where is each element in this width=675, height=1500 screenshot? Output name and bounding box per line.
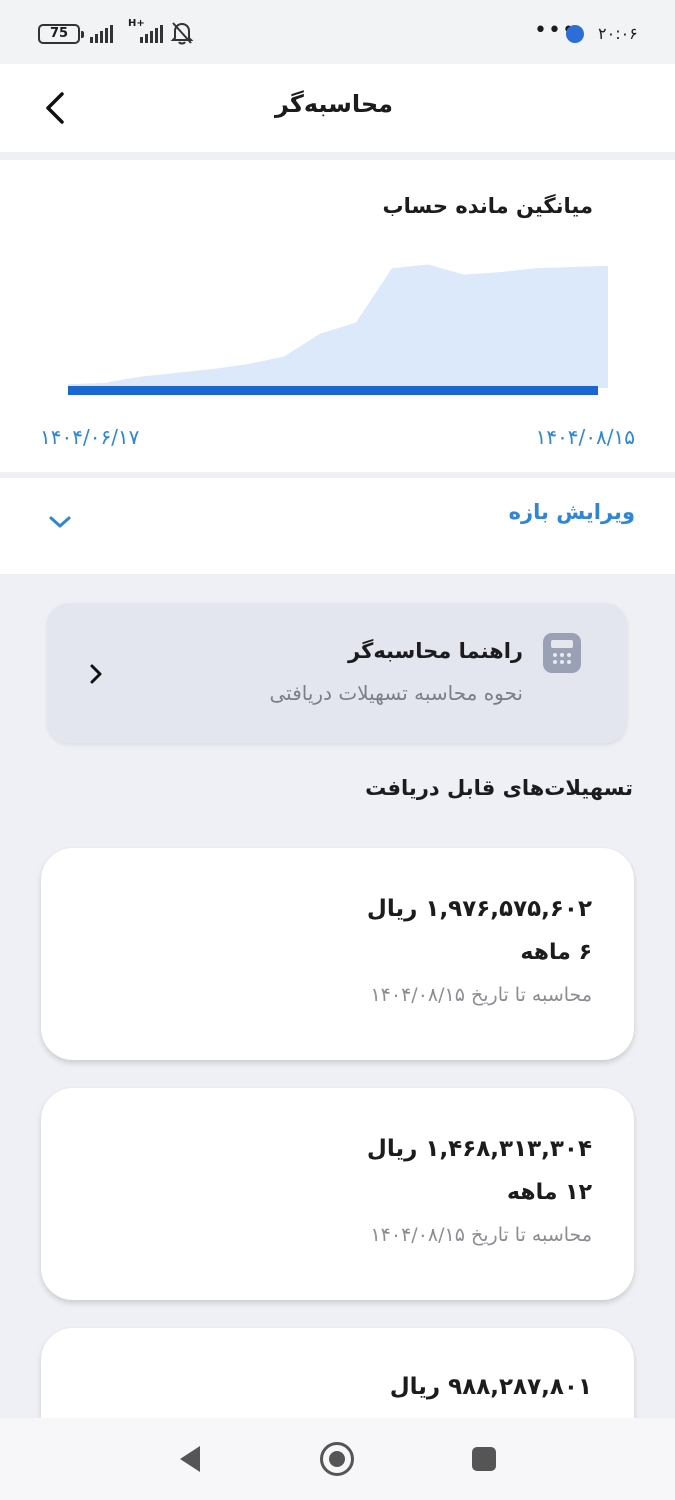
- back-arrow-icon[interactable]: [36, 86, 76, 130]
- loan-calc-date: محاسبه تا تاریخ ۱۴۰۴/۰۸/۱۵: [370, 984, 592, 1006]
- nav-recents-icon[interactable]: [472, 1447, 496, 1471]
- guide-title: راهنما محاسبه‌گر: [348, 639, 523, 663]
- loan-card[interactable]: ۱,۴۶۸,۳۱۳,۳۰۴ ریال ۱۲ ماهه محاسبه تا تار…: [41, 1088, 634, 1300]
- signal-icon: [90, 25, 113, 43]
- battery-icon: 75: [38, 24, 84, 44]
- signal-icon-2: [140, 25, 163, 43]
- section-title: تسهیلات‌های قابل دریافت: [365, 776, 633, 800]
- loan-term: ۱۲ ماهه: [507, 1180, 592, 1205]
- nav-back-icon[interactable]: [176, 1444, 204, 1474]
- status-bar: 75 H+ ••• ۲۰:۰۶: [0, 0, 675, 64]
- chart-start-date: ۱۴۰۴/۰۶/۱۷: [40, 425, 140, 449]
- balance-chart-card: میانگین مانده حساب ۱۴۰۴/۰۶/۱۷ ۱۴۰۴/۰۸/۱۵: [0, 160, 675, 472]
- page-title: محاسبه‌گر: [274, 90, 393, 118]
- chart-baseline-bar: [68, 386, 598, 395]
- loan-amount: ۱,۹۷۶,۵۷۵,۶۰۲ ریال: [366, 896, 592, 922]
- chevron-right-icon[interactable]: [87, 661, 105, 687]
- system-nav-bar: [0, 1418, 675, 1500]
- chevron-down-icon[interactable]: [48, 514, 72, 530]
- loan-calc-date: محاسبه تا تاریخ ۱۴۰۴/۰۸/۱۵: [370, 1224, 592, 1246]
- message-icon: [566, 25, 584, 43]
- chart-end-date: ۱۴۰۴/۰۸/۱۵: [535, 425, 635, 449]
- loan-card[interactable]: ۱,۹۷۶,۵۷۵,۶۰۲ ریال ۶ ماهه محاسبه تا تاری…: [41, 848, 634, 1060]
- bell-muted-icon: [170, 22, 194, 45]
- loan-term: ۶ ماهه: [520, 940, 592, 965]
- clock: ۲۰:۰۶: [598, 24, 638, 43]
- chart-area-series: [68, 264, 608, 388]
- loan-amount: ۱,۴۶۸,۳۱۳,۳۰۴ ریال: [366, 1136, 592, 1162]
- edit-range-label[interactable]: ویرایش بازه: [509, 500, 635, 524]
- app-header: محاسبه‌گر: [0, 64, 675, 152]
- loan-amount: ۹۸۸,۲۸۷,۸۰۱ ریال: [389, 1374, 592, 1400]
- calculator-guide-card[interactable]: راهنما محاسبه‌گر نحوه محاسبه تسهیلات دری…: [47, 603, 627, 743]
- nav-home-icon[interactable]: [320, 1442, 354, 1476]
- guide-subtitle: نحوه محاسبه تسهیلات دریافتی: [269, 681, 523, 705]
- calculator-icon: [543, 633, 581, 673]
- range-editor[interactable]: ویرایش بازه: [0, 478, 675, 574]
- battery-level: 75: [49, 26, 69, 41]
